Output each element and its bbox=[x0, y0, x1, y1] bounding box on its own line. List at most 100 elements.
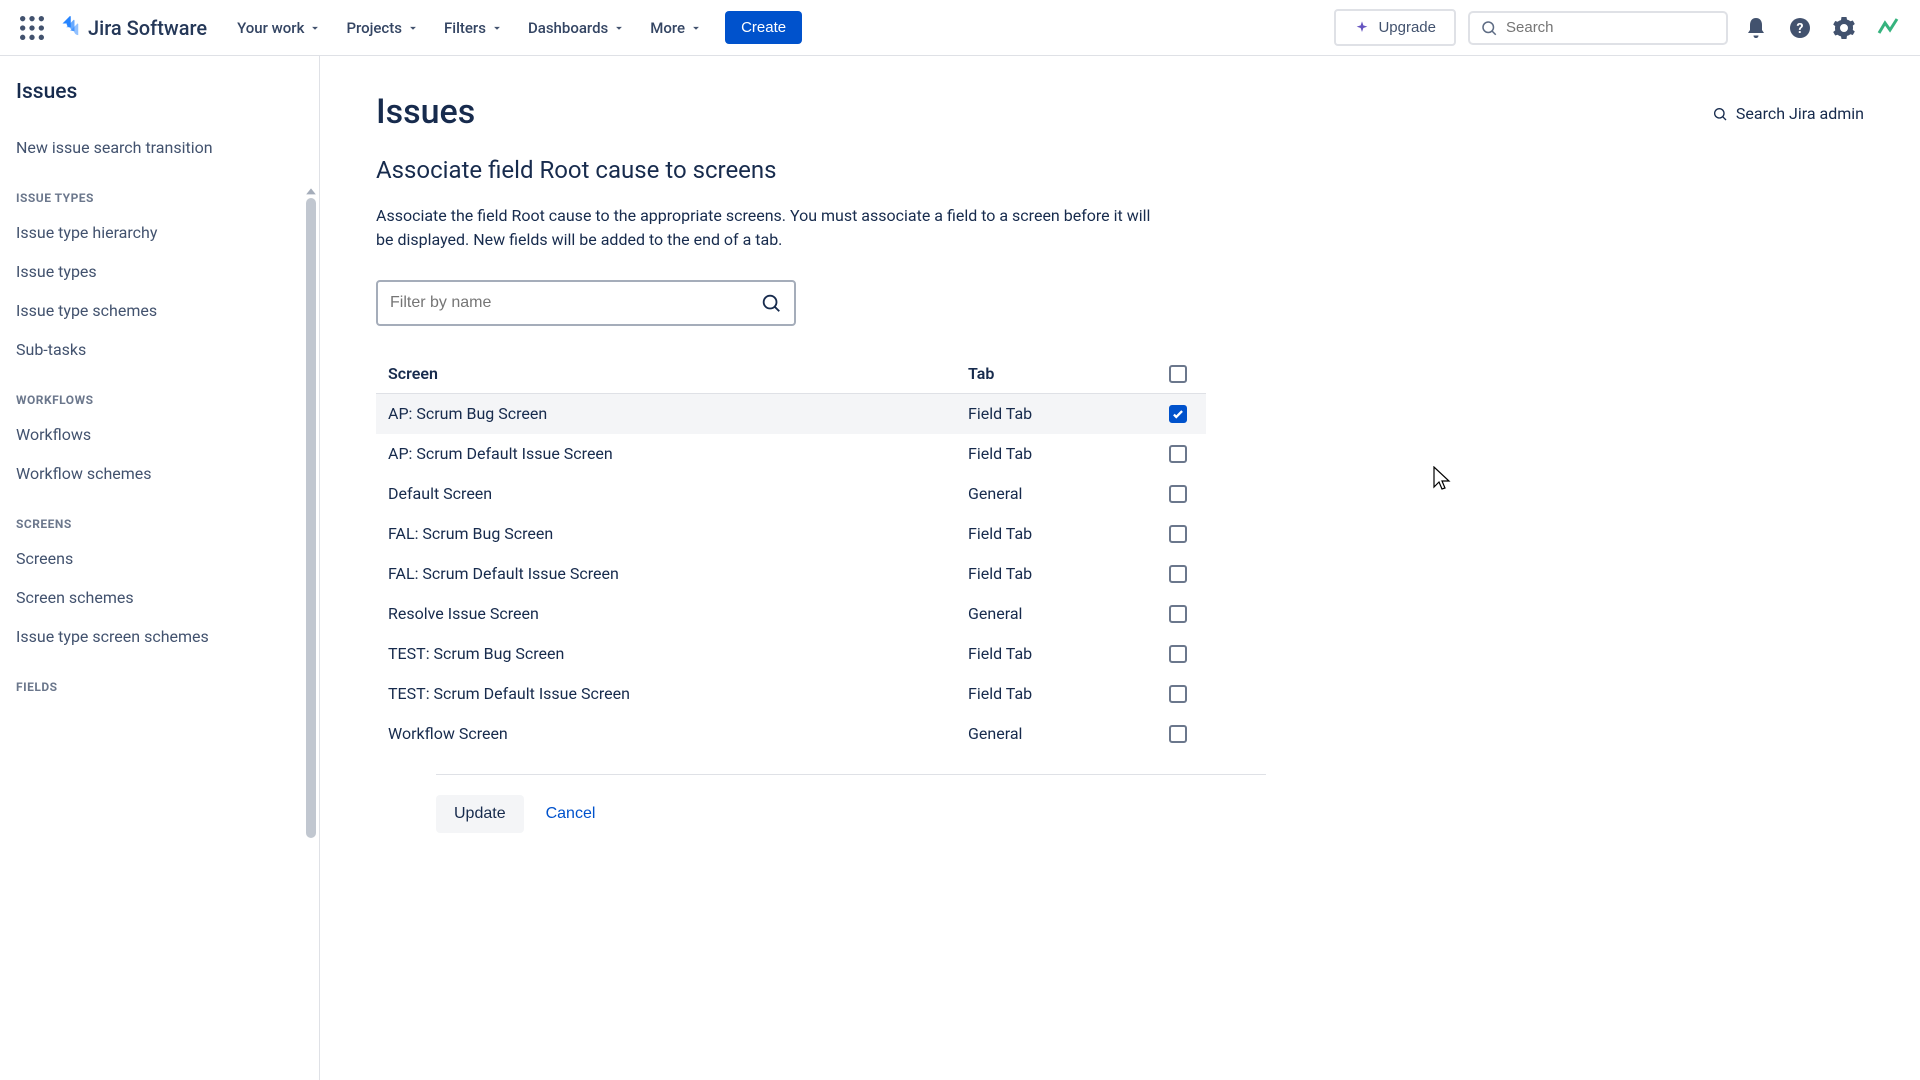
sidebar-item-issue-types[interactable]: Issue types bbox=[0, 252, 319, 291]
row-checkbox[interactable] bbox=[1169, 485, 1187, 503]
screens-table: Screen Tab AP: Scrum Bug ScreenField Tab… bbox=[376, 354, 1206, 754]
settings-icon[interactable] bbox=[1828, 12, 1860, 44]
table-row: Workflow ScreenGeneral bbox=[376, 714, 1206, 754]
cell-tab: Field Tab bbox=[968, 644, 1138, 663]
global-search-input[interactable] bbox=[1506, 19, 1716, 36]
notifications-icon[interactable] bbox=[1740, 12, 1772, 44]
nav-label: Your work bbox=[237, 19, 304, 37]
global-search[interactable] bbox=[1468, 11, 1728, 45]
sidebar-scrollbar[interactable] bbox=[303, 186, 319, 1080]
row-checkbox[interactable] bbox=[1169, 565, 1187, 583]
filter-by-name[interactable] bbox=[376, 280, 796, 326]
row-checkbox[interactable] bbox=[1169, 405, 1187, 423]
sidebar-item-issue-type-screen-schemes[interactable]: Issue type screen schemes bbox=[0, 617, 319, 656]
nav-label: Dashboards bbox=[528, 19, 608, 37]
topnav-right: Upgrade ? bbox=[1334, 9, 1904, 46]
jira-logo-text: Jira Software bbox=[88, 16, 207, 40]
table-row: TEST: Scrum Default Issue ScreenField Ta… bbox=[376, 674, 1206, 714]
cell-screen: Default Screen bbox=[388, 484, 968, 503]
cell-screen: Workflow Screen bbox=[388, 724, 968, 743]
nav-item-more[interactable]: More bbox=[640, 13, 713, 43]
nav-item-projects[interactable]: Projects bbox=[336, 13, 430, 43]
sidebar-item-issue-type-schemes[interactable]: Issue type schemes bbox=[0, 291, 319, 330]
jira-logo[interactable]: Jira Software bbox=[58, 16, 207, 40]
cancel-button[interactable]: Cancel bbox=[528, 795, 614, 833]
cell-tab: General bbox=[968, 484, 1138, 503]
scroll-thumb[interactable] bbox=[306, 198, 316, 838]
upgrade-button[interactable]: Upgrade bbox=[1334, 9, 1456, 46]
help-icon[interactable]: ? bbox=[1784, 12, 1816, 44]
nav-item-filters[interactable]: Filters bbox=[434, 13, 514, 43]
cell-screen: Resolve Issue Screen bbox=[388, 604, 968, 623]
row-checkbox[interactable] bbox=[1169, 445, 1187, 463]
nav-label: More bbox=[650, 19, 685, 37]
table-row: Resolve Issue ScreenGeneral bbox=[376, 594, 1206, 634]
chevron-down-icon bbox=[406, 21, 420, 35]
top-nav: Jira Software Your work Projects Filters Da… bbox=[0, 0, 1920, 56]
row-checkbox[interactable] bbox=[1169, 685, 1187, 703]
search-jira-admin[interactable]: Search Jira admin bbox=[1712, 104, 1864, 123]
cell-screen: TEST: Scrum Default Issue Screen bbox=[388, 684, 968, 703]
jira-logo-icon bbox=[58, 16, 82, 40]
nav-item-dashboards[interactable]: Dashboards bbox=[518, 13, 636, 43]
table-row: AP: Scrum Default Issue ScreenField Tab bbox=[376, 434, 1206, 474]
sidebar-item-workflows[interactable]: Workflows bbox=[0, 415, 319, 454]
cell-tab: Field Tab bbox=[968, 404, 1138, 423]
cell-screen: TEST: Scrum Bug Screen bbox=[388, 644, 968, 663]
table-row: Default ScreenGeneral bbox=[376, 474, 1206, 514]
search-icon bbox=[1480, 19, 1498, 37]
nav-item-your-work[interactable]: Your work bbox=[227, 13, 332, 43]
row-checkbox[interactable] bbox=[1169, 645, 1187, 663]
sidebar-item-issue-type-hierarchy[interactable]: Issue type hierarchy bbox=[0, 213, 319, 252]
scroll-up-icon[interactable] bbox=[305, 186, 317, 198]
cell-tab: General bbox=[968, 604, 1138, 623]
sidebar-group-workflows: Workflows bbox=[0, 369, 319, 415]
table-header: Screen Tab bbox=[376, 354, 1206, 394]
sidebar-group-fields: Fields bbox=[0, 656, 319, 702]
th-screen: Screen bbox=[388, 364, 968, 383]
row-checkbox[interactable] bbox=[1169, 525, 1187, 543]
create-button[interactable]: Create bbox=[725, 11, 802, 44]
cell-screen: AP: Scrum Bug Screen bbox=[388, 404, 968, 423]
filter-input[interactable] bbox=[390, 294, 760, 312]
admin-search-label: Search Jira admin bbox=[1736, 104, 1864, 123]
sparkle-icon bbox=[1354, 20, 1370, 36]
search-icon bbox=[1712, 106, 1728, 122]
mouse-cursor bbox=[1433, 466, 1453, 494]
sidebar-item-screen-schemes[interactable]: Screen schemes bbox=[0, 578, 319, 617]
sidebar-item-screens[interactable]: Screens bbox=[0, 539, 319, 578]
sidebar-link-new-issue-search[interactable]: New issue search transition bbox=[0, 128, 319, 167]
table-row: TEST: Scrum Bug ScreenField Tab bbox=[376, 634, 1206, 674]
nav-label: Projects bbox=[346, 19, 402, 37]
row-checkbox[interactable] bbox=[1169, 605, 1187, 623]
sidebar-item-sub-tasks[interactable]: Sub-tasks bbox=[0, 330, 319, 369]
page-description: Associate the field Root cause to the ap… bbox=[376, 204, 1156, 252]
app-switcher-icon[interactable] bbox=[16, 12, 48, 44]
cell-tab: Field Tab bbox=[968, 524, 1138, 543]
form-actions: Update Cancel bbox=[436, 774, 1266, 833]
th-tab: Tab bbox=[968, 364, 1138, 383]
update-button[interactable]: Update bbox=[436, 795, 524, 833]
sidebar-group-screens: Screens bbox=[0, 493, 319, 539]
sidebar: Issues New issue search transition Issue… bbox=[0, 56, 320, 1080]
nav-label: Filters bbox=[444, 19, 486, 37]
table-row: AP: Scrum Bug ScreenField Tab bbox=[376, 394, 1206, 434]
page-title: Issues bbox=[376, 92, 1864, 132]
page-subtitle: Associate field Root cause to screens bbox=[376, 156, 1864, 184]
cell-screen: AP: Scrum Default Issue Screen bbox=[388, 444, 968, 463]
table-row: FAL: Scrum Default Issue ScreenField Tab bbox=[376, 554, 1206, 594]
svg-text:?: ? bbox=[1797, 21, 1804, 37]
sidebar-title: Issues bbox=[0, 80, 319, 128]
select-all-checkbox[interactable] bbox=[1169, 365, 1187, 383]
sidebar-item-workflow-schemes[interactable]: Workflow schemes bbox=[0, 454, 319, 493]
cell-tab: Field Tab bbox=[968, 564, 1138, 583]
sidebar-group-issue-types: Issue types bbox=[0, 167, 319, 213]
search-icon[interactable] bbox=[760, 292, 782, 314]
cell-tab: Field Tab bbox=[968, 444, 1138, 463]
chevron-down-icon bbox=[689, 21, 703, 35]
chevron-down-icon bbox=[490, 21, 504, 35]
nav-items: Your work Projects Filters Dashboards More bbox=[227, 13, 713, 43]
cell-tab: Field Tab bbox=[968, 684, 1138, 703]
quickstart-icon[interactable] bbox=[1872, 12, 1904, 44]
row-checkbox[interactable] bbox=[1169, 725, 1187, 743]
